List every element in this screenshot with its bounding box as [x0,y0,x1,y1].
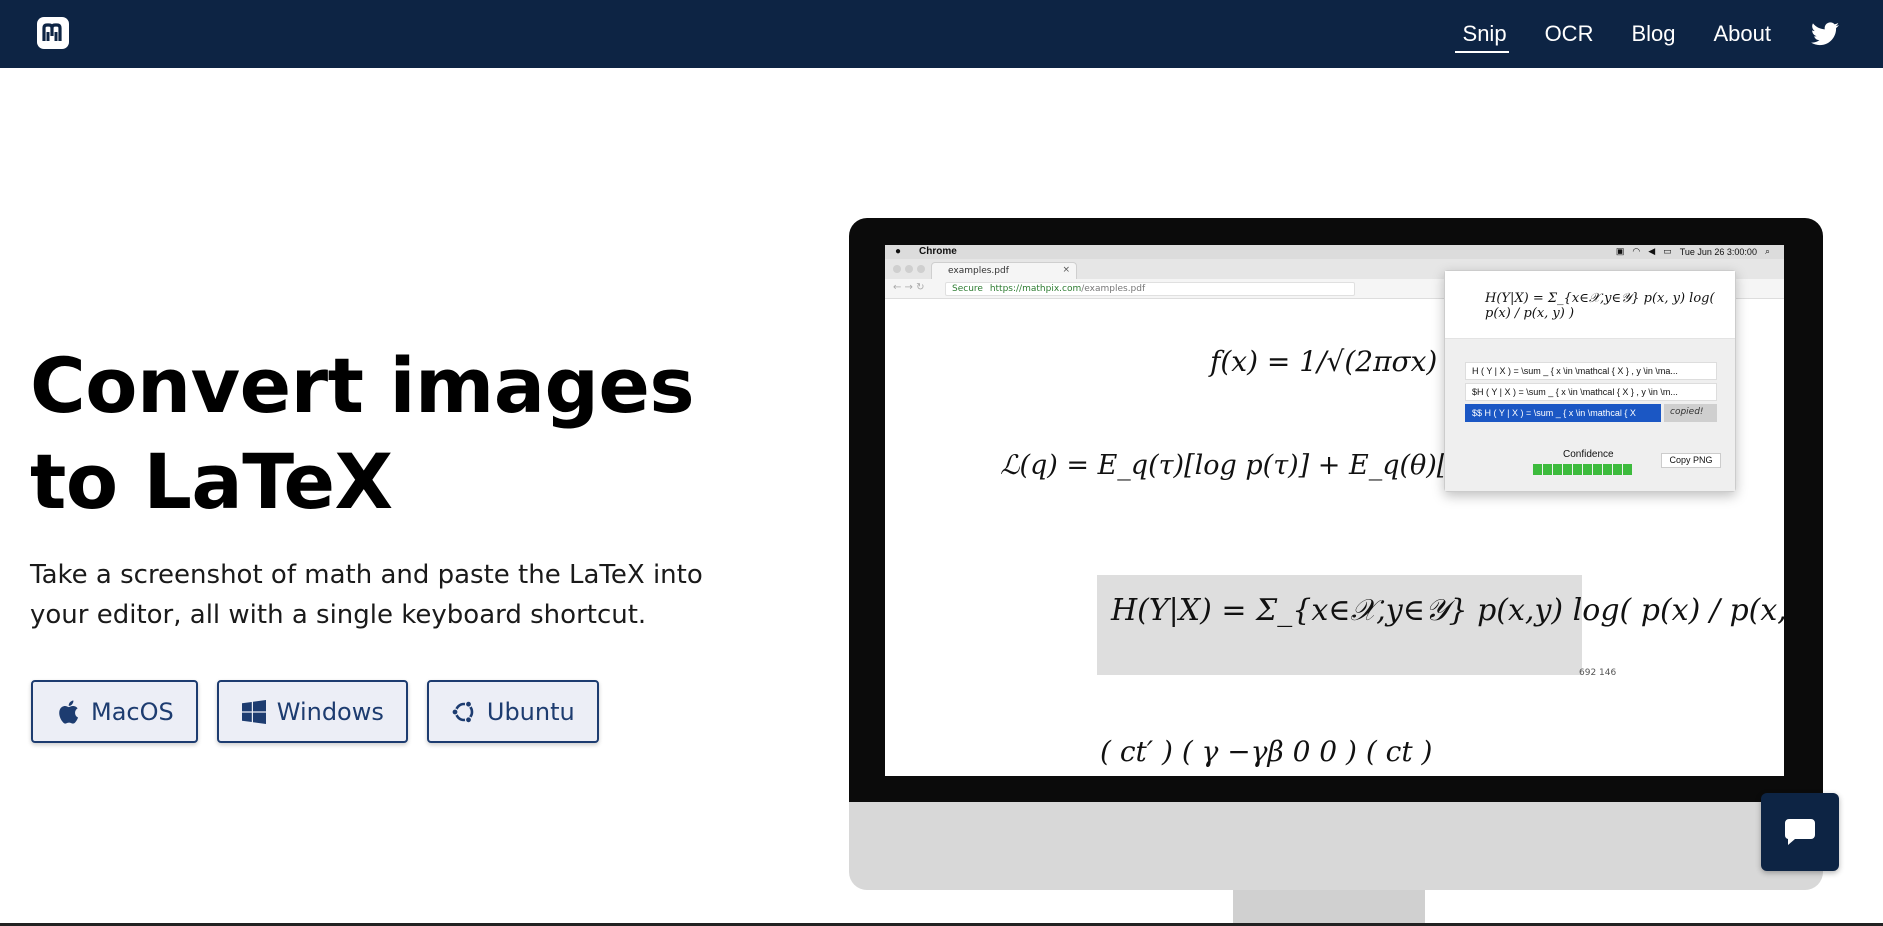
browser-nav-icons: ← → ↻ [893,282,925,293]
snip-preview: H(Y|X) = Σ_{x∈𝒳,y∈𝒴} p(x, y) log( p(x) /… [1445,271,1735,339]
close-window-dot-icon [893,265,901,273]
nav-links: Snip OCR Blog About [1425,0,1883,68]
windows-download-button[interactable]: Windows [216,680,408,743]
mac-menubar: ● Chrome ▣ ◠ ◀ ▭ Tue Jun 26 3:00:00 ⌕ [885,245,1784,259]
top-navbar: Snip OCR Blog About [0,0,1883,68]
secure-label: Secure [952,284,983,294]
hero-subtitle: Take a screenshot of math and paste the … [30,560,703,630]
latex-result-2: $H ( Y | X ) = \sum _ { x \in \mathcal {… [1465,383,1717,401]
nav-about-link[interactable]: About [1714,21,1772,47]
tab-title: examples.pdf [948,266,1009,276]
nav-ocr-link[interactable]: OCR [1545,21,1594,47]
confidence-bar [1533,464,1633,475]
hero-title: Convert images to LaTeX [30,338,695,530]
battery-icon: ▭ [1663,246,1672,256]
copy-png-button: Copy PNG [1661,453,1721,468]
hero-title-line2: to LaTeX [30,437,393,526]
copied-badge: copied! [1664,404,1717,422]
confidence-segment [1543,464,1552,475]
confidence-segment [1563,464,1572,475]
confidence-segment [1603,464,1612,475]
windows-button-label: Windows [276,697,384,726]
monitor-stand [1233,888,1425,926]
twitter-icon[interactable] [1811,22,1839,46]
chat-bubble-icon [1784,819,1815,845]
hero-title-line1: Convert images [30,341,695,430]
download-buttons: MacOS Windows Ubuntu [31,680,618,743]
nav-snip-link[interactable]: Snip [1454,21,1509,53]
nav-blog-link[interactable]: Blog [1631,21,1675,47]
apple-icon [55,699,81,725]
macos-button-label: MacOS [91,697,174,726]
menubar-clock: Tue Jun 26 3:00:00 [1679,246,1757,257]
confidence-segment [1553,464,1562,475]
confidence-segment [1573,464,1582,475]
url-path: /examples.pdf [1081,284,1146,294]
menubar-status: ▣ ◠ ◀ ▭ Tue Jun 26 3:00:00 ⌕ [1608,246,1770,257]
tab-close-icon: × [1062,265,1070,275]
ubuntu-icon [451,699,477,725]
crosshair-cursor-readout: 692 146 [1579,668,1617,678]
browser-tab: examples.pdf × [931,262,1077,279]
windows-icon [241,699,267,725]
monitor-screen: ● Chrome ▣ ◠ ◀ ▭ Tue Jun 26 3:00:00 ⌕ ex… [885,245,1784,776]
snip-preview-math: H(Y|X) = Σ_{x∈𝒳,y∈𝒴} p(x, y) log( p(x) /… [1485,291,1715,321]
url-field: Secure https://mathpix.com/examples.pdf [945,282,1355,296]
zoom-window-dot-icon [917,265,925,273]
volume-icon: ◀ [1648,246,1656,256]
spotlight-icon: ⌕ [1764,246,1770,256]
wifi-icon: ◠ [1632,246,1641,256]
confidence-segment [1533,464,1542,475]
minimize-window-dot-icon [905,265,913,273]
confidence-segment [1613,464,1622,475]
mathpix-logo-icon[interactable] [36,16,70,50]
conditional-entropy-equation: H(Y|X) = Σ_{x∈𝒳,y∈𝒴} p(x,y) log( p(x) / … [1111,593,1784,628]
lorentz-equation: ( ct′ ) ( γ −γβ 0 0 ) ( ct ) [1100,735,1433,768]
menubar-app-name: Chrome [919,246,957,257]
confidence-label: Confidence [1563,449,1614,460]
confidence-segment [1583,464,1592,475]
snip-result-popup: H(Y|X) = Σ_{x∈𝒳,y∈𝒴} p(x, y) log( p(x) /… [1444,270,1736,492]
ubuntu-button-label: Ubuntu [486,697,575,726]
ubuntu-download-button[interactable]: Ubuntu [426,680,599,743]
latex-result-1: H ( Y | X ) = \sum _ { x \in \mathcal { … [1465,362,1717,380]
url-host: https://mathpix.com [989,284,1082,294]
mathpix-tray-icon: ▣ [1615,246,1625,256]
chat-widget-button[interactable] [1761,793,1839,871]
apple-menu-icon: ● [895,246,902,257]
confidence-segment [1593,464,1602,475]
confidence-segment [1623,464,1632,475]
latex-result-3-selected: $$ H ( Y | X ) = \sum _ { x \in \mathcal… [1465,404,1661,422]
macos-download-button[interactable]: MacOS [31,680,198,743]
